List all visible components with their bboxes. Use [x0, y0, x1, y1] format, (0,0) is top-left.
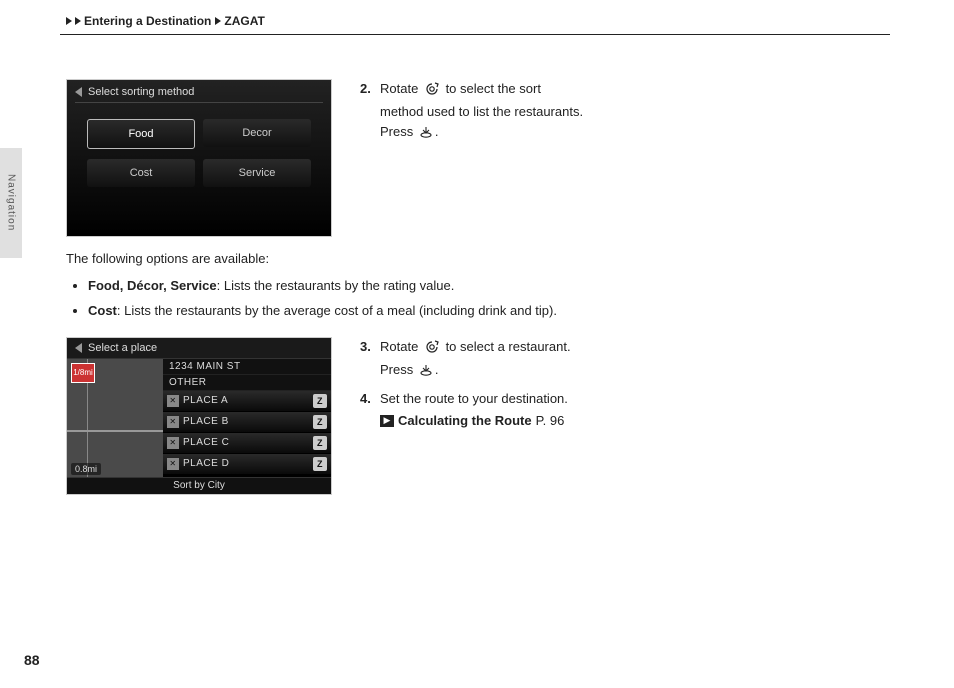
option-bold: Food, Décor, Service	[88, 278, 217, 293]
push-dial-icon	[419, 363, 433, 383]
map-thumbnail: 1/8mi 0.8mi	[67, 359, 163, 477]
cross-ref-page: P. 96	[536, 411, 565, 431]
rotate-dial-icon	[424, 82, 440, 102]
option-rest: : Lists the restaurants by the rating va…	[217, 278, 455, 293]
rotate-dial-icon	[424, 340, 440, 360]
divider	[60, 34, 890, 35]
place-row: ✕ PLACE A Z	[163, 391, 331, 412]
push-dial-icon	[419, 125, 433, 145]
place-row: ✕ PLACE B Z	[163, 412, 331, 433]
step3-press-a: Press	[380, 362, 413, 377]
step2-rotate-a: Rotate	[380, 81, 418, 96]
chevron-right-icon	[75, 17, 81, 25]
place-row: ✕ PLACE D Z	[163, 454, 331, 475]
step2-line2: method used to list the restaurants.	[380, 104, 583, 119]
zagat-badge-icon: Z	[313, 436, 327, 450]
fork-knife-icon: ✕	[167, 458, 179, 470]
place-label: PLACE B	[183, 416, 229, 427]
sort-decor: Decor	[203, 119, 311, 147]
footer-label: Sort by City	[173, 480, 225, 491]
step3-rotate-b: to select a restaurant.	[446, 339, 571, 354]
device-screen-place: Select a place 1/8mi 0.8mi 1234 MAIN ST …	[66, 337, 332, 495]
map-distance: 0.8mi	[71, 463, 101, 475]
option-item: Cost: Lists the restaurants by the avera…	[88, 299, 914, 322]
chevron-right-icon	[66, 17, 72, 25]
back-icon	[75, 87, 82, 97]
address-line: 1234 MAIN ST	[163, 359, 331, 375]
fork-knife-icon: ✕	[167, 437, 179, 449]
place-label: PLACE D	[183, 458, 229, 469]
side-tab: Navigation	[0, 148, 22, 258]
device-screen-sort: Select sorting method Food Decor Cost Se…	[66, 79, 332, 237]
cross-ref-label: Calculating the Route	[398, 411, 532, 431]
page-number: 88	[24, 652, 40, 668]
step-2: 2. Rotate to select the sort method used…	[360, 79, 914, 145]
place-label: PLACE C	[183, 437, 229, 448]
screen2-title: Select a place	[88, 342, 157, 354]
breadcrumb-section: Entering a Destination	[84, 14, 211, 28]
place-label: PLACE A	[183, 395, 228, 406]
step2-press-b: .	[435, 124, 439, 139]
options-intro: The following options are available:	[66, 251, 914, 266]
map-scale-badge: 1/8mi	[71, 363, 95, 383]
step-num: 3.	[360, 337, 376, 383]
options-list: Food, Décor, Service: Lists the restaura…	[66, 274, 914, 323]
zagat-badge-icon: Z	[313, 394, 327, 408]
breadcrumb-sub: ZAGAT	[224, 14, 264, 28]
step-4: 4. Set the route to your destination. ▶ …	[360, 389, 914, 431]
step4-text: Set the route to your destination.	[380, 391, 568, 406]
zagat-badge-icon: Z	[313, 415, 327, 429]
sort-food: Food	[87, 119, 195, 149]
fork-knife-icon: ✕	[167, 416, 179, 428]
sort-cost: Cost	[87, 159, 195, 187]
screen2-footer: Sort by City	[67, 477, 331, 494]
step-3: 3. Rotate to select a restaurant. Press …	[360, 337, 914, 383]
option-item: Food, Décor, Service: Lists the restaura…	[88, 274, 914, 297]
step3-rotate-a: Rotate	[380, 339, 418, 354]
back-icon	[75, 343, 82, 353]
step3-press-b: .	[435, 362, 439, 377]
step-num: 4.	[360, 389, 376, 431]
zagat-badge-icon: Z	[313, 457, 327, 471]
chevron-right-icon	[215, 17, 221, 25]
step-num: 2.	[360, 79, 376, 145]
step2-rotate-b: to select the sort	[446, 81, 541, 96]
place-row: ✕ PLACE C Z	[163, 433, 331, 454]
fork-knife-icon: ✕	[167, 395, 179, 407]
step2-press-a: Press	[380, 124, 413, 139]
screen1-title: Select sorting method	[88, 86, 194, 98]
option-bold: Cost	[88, 303, 117, 318]
cross-ref-icon: ▶	[380, 415, 394, 427]
address-line: OTHER	[163, 375, 331, 391]
sort-service: Service	[203, 159, 311, 187]
side-tab-label: Navigation	[6, 174, 17, 231]
breadcrumb: Entering a Destination ZAGAT	[66, 14, 954, 28]
option-rest: : Lists the restaurants by the average c…	[117, 303, 557, 318]
